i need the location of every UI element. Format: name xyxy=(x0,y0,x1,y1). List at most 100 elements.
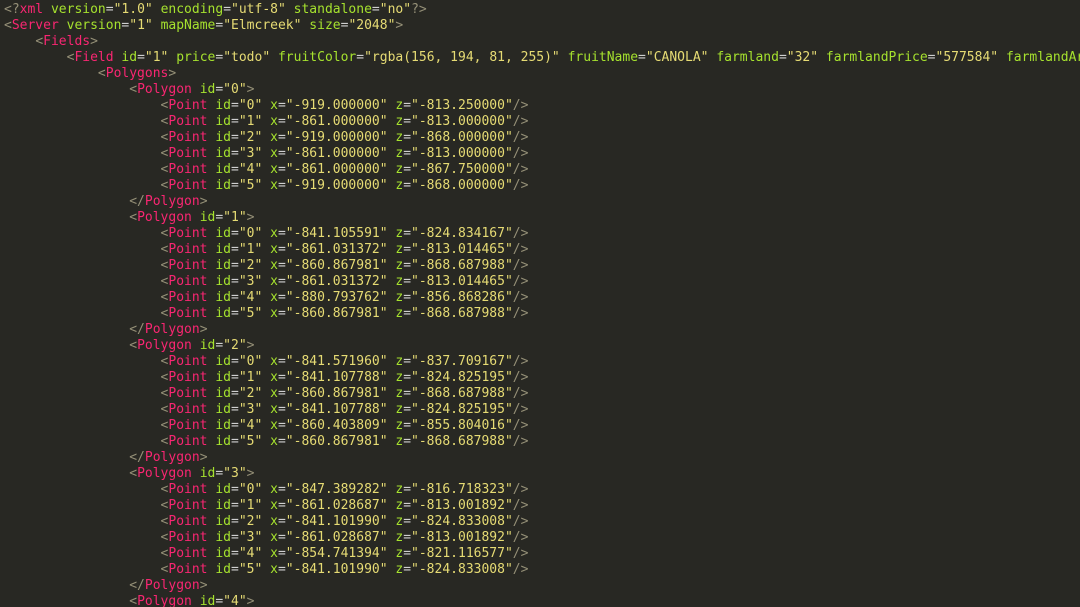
token-tag: Polygon xyxy=(137,338,192,353)
code-line: <Point id="4" x="-860.403809" z="-855.80… xyxy=(4,418,1076,434)
token-str: "-824.825195" xyxy=(411,402,513,417)
token-op: = xyxy=(278,354,286,369)
token-str: "-856.868286" xyxy=(411,290,513,305)
token-att: id xyxy=(215,242,231,257)
token-str: "CANOLA" xyxy=(646,50,709,65)
code-line: </Polygon> xyxy=(4,322,1076,338)
token-str: "4" xyxy=(239,546,262,561)
token-str: "-824.833008" xyxy=(411,514,513,529)
token-p: > xyxy=(90,34,98,49)
token-p: </ xyxy=(129,578,145,593)
token-p: < xyxy=(4,18,12,33)
code-line: <Point id="2" x="-860.867981" z="-868.68… xyxy=(4,258,1076,274)
token-str: "-855.804016" xyxy=(411,418,513,433)
token-tag: Polygon xyxy=(137,210,192,225)
token-p: /> xyxy=(513,482,529,497)
token-att: id xyxy=(215,98,231,113)
token-p: < xyxy=(129,210,137,225)
token-tag: Point xyxy=(168,354,207,369)
code-line: <Polygon id="4"> xyxy=(4,594,1076,607)
token-tag: Point xyxy=(168,114,207,129)
token-p: > xyxy=(247,210,255,225)
token-op: = xyxy=(403,402,411,417)
token-op: = xyxy=(403,130,411,145)
token-op: = xyxy=(278,434,286,449)
token-op: = xyxy=(403,146,411,161)
token-tag: Point xyxy=(168,562,207,577)
code-line: <Point id="2" x="-860.867981" z="-868.68… xyxy=(4,386,1076,402)
token-p: /> xyxy=(513,530,529,545)
token-str: "-860.867981" xyxy=(286,258,388,273)
token-att: id xyxy=(215,482,231,497)
token-op: = xyxy=(223,2,231,17)
token-att: id xyxy=(215,354,231,369)
token-op: = xyxy=(403,370,411,385)
token-str: "-813.250000" xyxy=(411,98,513,113)
token-tag: Field xyxy=(74,50,113,65)
code-line: <Point id="3" x="-861.000000" z="-813.00… xyxy=(4,146,1076,162)
code-line: <Fields> xyxy=(4,34,1076,50)
code-editor[interactable]: <?xml version="1.0" encoding="utf-8" sta… xyxy=(0,0,1080,607)
token-att: x xyxy=(270,226,278,241)
token-op: = xyxy=(278,290,286,305)
token-op: = xyxy=(231,514,239,529)
token-op: = xyxy=(278,418,286,433)
token-p: /> xyxy=(513,562,529,577)
token-str: "4" xyxy=(223,594,246,607)
code-line: <Point id="4" x="-880.793762" z="-856.86… xyxy=(4,290,1076,306)
token-op: = xyxy=(231,242,239,257)
token-att: farmland xyxy=(716,50,779,65)
token-str: "-841.571960" xyxy=(286,354,388,369)
token-p: > xyxy=(200,194,208,209)
token-p: /> xyxy=(513,386,529,401)
token-str: "-861.000000" xyxy=(286,114,388,129)
code-line: <Polygon id="0"> xyxy=(4,82,1076,98)
token-str: "-867.750000" xyxy=(411,162,513,177)
token-str: "-868.687988" xyxy=(411,434,513,449)
token-str: "2" xyxy=(239,514,262,529)
token-str: "0" xyxy=(239,482,262,497)
token-tag: Polygon xyxy=(137,594,192,607)
token-str: "-919.000000" xyxy=(286,130,388,145)
token-op: = xyxy=(137,50,145,65)
code-line: </Polygon> xyxy=(4,194,1076,210)
token-tag: Point xyxy=(168,482,207,497)
token-op: = xyxy=(356,50,364,65)
token-att: id xyxy=(215,114,231,129)
token-p: /> xyxy=(513,514,529,529)
token-att: x xyxy=(270,242,278,257)
token-att: id xyxy=(215,546,231,561)
code-line: <Point id="3" x="-861.031372" z="-813.01… xyxy=(4,274,1076,290)
token-att: version xyxy=(51,2,106,17)
token-op: = xyxy=(403,482,411,497)
token-op: = xyxy=(278,98,286,113)
token-p: ?> xyxy=(411,2,427,17)
token-op: = xyxy=(278,306,286,321)
token-str: "-860.867981" xyxy=(286,386,388,401)
token-str: "1" xyxy=(239,498,262,513)
token-str: "3" xyxy=(239,402,262,417)
code-line: <Point id="0" x="-841.571960" z="-837.70… xyxy=(4,354,1076,370)
token-att: x xyxy=(270,546,278,561)
token-op: = xyxy=(403,434,411,449)
token-str: "-813.001892" xyxy=(411,530,513,545)
token-att: size xyxy=(309,18,340,33)
token-str: "-813.000000" xyxy=(411,114,513,129)
token-str: "5" xyxy=(239,562,262,577)
token-att: id xyxy=(215,386,231,401)
token-tag: Point xyxy=(168,226,207,241)
code-line: <Field id="1" price="todo" fruitColor="r… xyxy=(4,50,1076,66)
token-p: /> xyxy=(513,402,529,417)
token-str: "0" xyxy=(239,98,262,113)
token-att: farmlandPrice xyxy=(826,50,928,65)
token-str: "-813.014465" xyxy=(411,274,513,289)
token-str: "-861.000000" xyxy=(286,146,388,161)
token-op: = xyxy=(231,146,239,161)
token-p: /> xyxy=(513,162,529,177)
token-str: "3" xyxy=(239,146,262,161)
token-att: id xyxy=(215,274,231,289)
token-op: = xyxy=(231,290,239,305)
token-p: > xyxy=(247,82,255,97)
token-att: x xyxy=(270,402,278,417)
code-line: <Point id="1" x="-861.028687" z="-813.00… xyxy=(4,498,1076,514)
